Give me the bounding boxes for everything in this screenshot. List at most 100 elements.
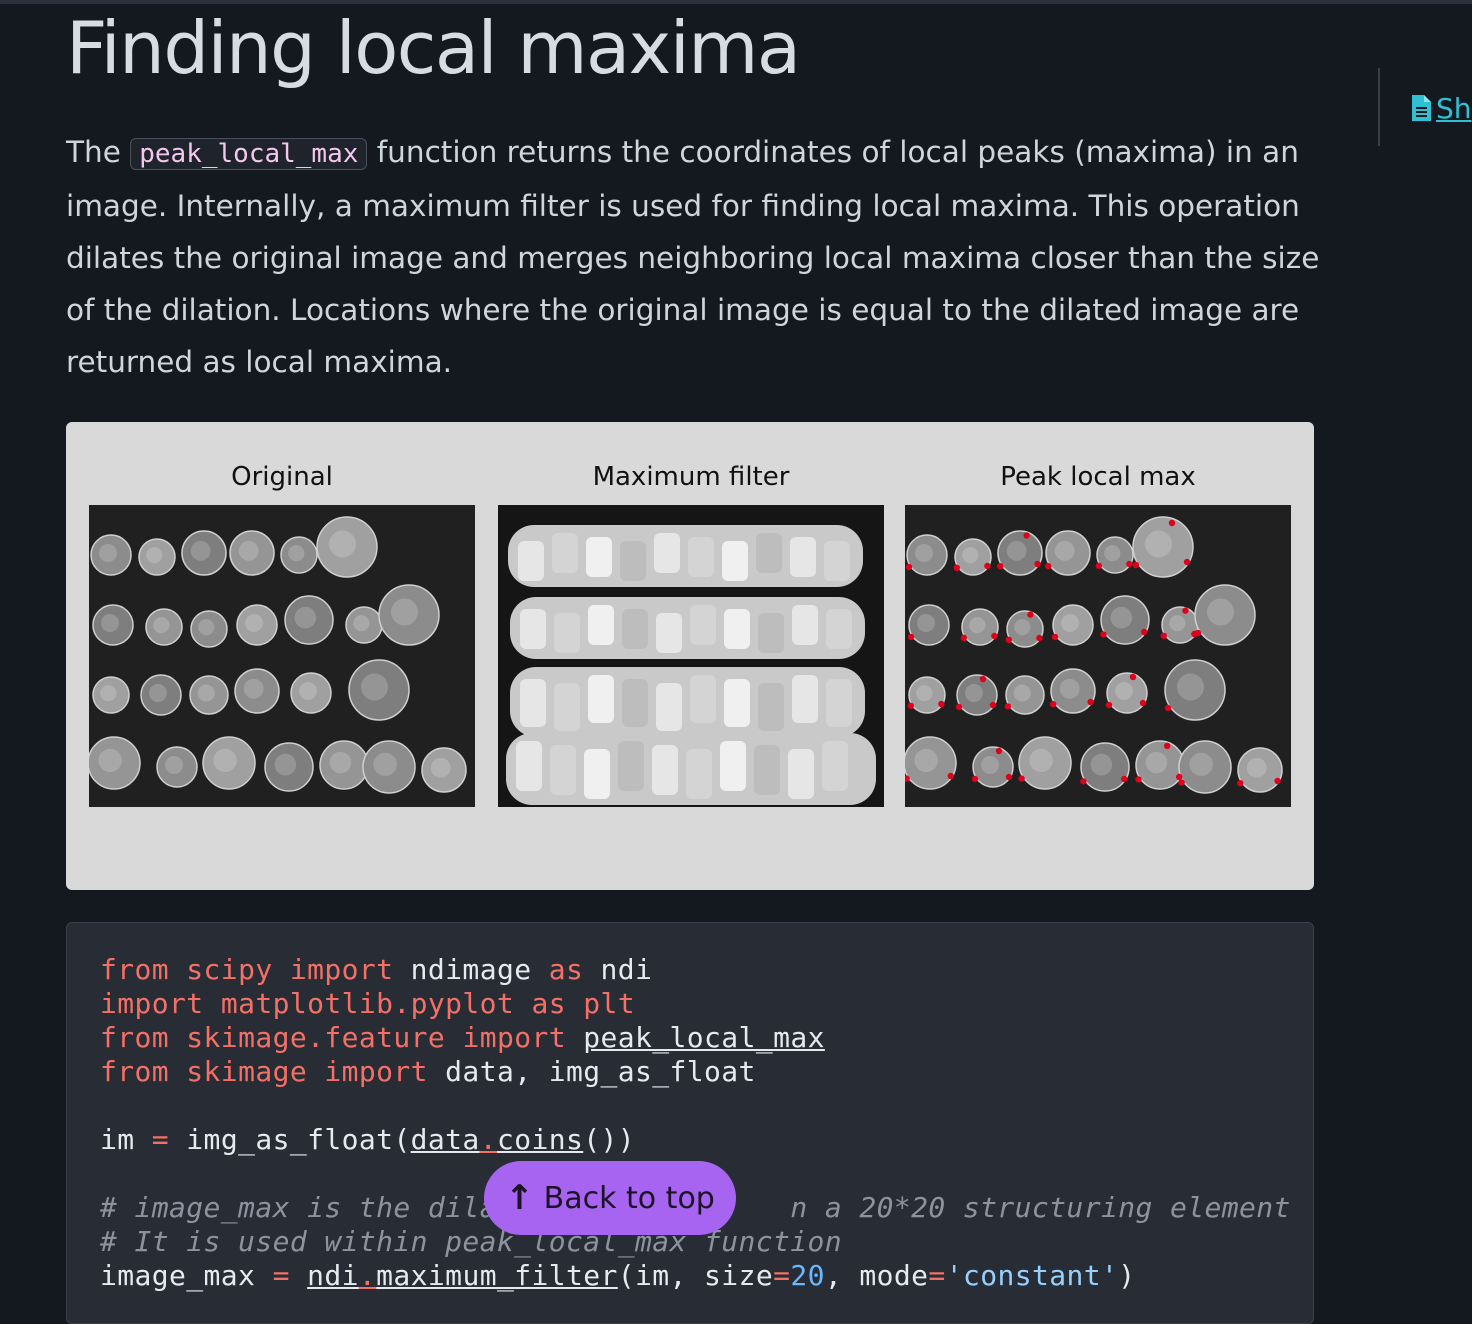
peak-marker bbox=[1183, 558, 1191, 566]
intro-text-start: The bbox=[66, 135, 131, 169]
coin-detail bbox=[373, 752, 397, 777]
code-token: from bbox=[100, 1021, 170, 1054]
coin-detail bbox=[197, 684, 215, 702]
dilated-block bbox=[654, 533, 680, 573]
coin-detail bbox=[353, 615, 370, 632]
coin-detail bbox=[149, 684, 167, 702]
coin-detail bbox=[1061, 614, 1079, 632]
code-token: import bbox=[289, 953, 394, 986]
dilated-block bbox=[520, 609, 546, 649]
peak-marker bbox=[1164, 742, 1171, 749]
coin-detail bbox=[153, 617, 170, 634]
code-token: coins bbox=[496, 1123, 584, 1156]
code-token: . bbox=[479, 1123, 497, 1156]
peak-marker bbox=[1080, 778, 1087, 785]
code-token: peak_local_max bbox=[583, 1021, 825, 1054]
intro-paragraph: The peak_local_max function returns the … bbox=[66, 126, 1326, 388]
coin-detail bbox=[969, 617, 986, 634]
code-token: import bbox=[100, 987, 204, 1020]
code-token: ndimage bbox=[393, 953, 549, 986]
code-token: = bbox=[272, 1259, 290, 1292]
dilated-block bbox=[724, 609, 750, 649]
code-token: import bbox=[324, 1055, 428, 1088]
peak-marker bbox=[1051, 633, 1059, 641]
coin-detail bbox=[165, 756, 183, 774]
peak-marker bbox=[960, 634, 967, 641]
peak-marker bbox=[1095, 562, 1102, 569]
code-token: from bbox=[100, 953, 170, 986]
peak-marker bbox=[971, 775, 979, 783]
coin-detail bbox=[288, 545, 305, 562]
show-source-label: Sh bbox=[1436, 92, 1472, 125]
coin-detail bbox=[1013, 684, 1031, 702]
code-line: from skimage.feature import peak_local_m… bbox=[100, 1021, 825, 1054]
dilated-block bbox=[588, 605, 614, 645]
coin-detail bbox=[1189, 752, 1213, 777]
dilated-block bbox=[754, 745, 780, 795]
dilated-block bbox=[686, 749, 712, 799]
peak-marker bbox=[1023, 532, 1030, 539]
peak-marker bbox=[1126, 560, 1133, 568]
code-token: scipy bbox=[186, 953, 273, 986]
peak-marker bbox=[907, 633, 915, 641]
dilated-block bbox=[822, 741, 848, 791]
code-token: ndi bbox=[307, 1259, 359, 1292]
coin-detail bbox=[198, 619, 215, 636]
peak-marker bbox=[1121, 775, 1128, 783]
coin-detail bbox=[1006, 540, 1027, 561]
coin-detail bbox=[99, 544, 117, 562]
peak-marker bbox=[1129, 673, 1137, 681]
dilated-block bbox=[826, 679, 852, 727]
dilated-block bbox=[554, 683, 580, 731]
peak-marker bbox=[1176, 773, 1183, 781]
coin-detail bbox=[101, 614, 119, 632]
image-peak-local-max bbox=[905, 505, 1291, 807]
coin-detail bbox=[981, 756, 999, 774]
intro-text-rest: function returns the coordinates of loca… bbox=[66, 135, 1320, 379]
peak-marker bbox=[1087, 698, 1094, 706]
coin-detail bbox=[1110, 606, 1133, 629]
panel-title-original: Original bbox=[231, 462, 333, 492]
coin-detail bbox=[391, 598, 418, 626]
coin-detail bbox=[1145, 751, 1168, 774]
back-to-top-button[interactable]: ↑ Back to top bbox=[484, 1161, 736, 1235]
coin-detail bbox=[915, 544, 933, 562]
dilated-block bbox=[792, 605, 818, 645]
code-token: . bbox=[358, 1259, 377, 1292]
peak-marker bbox=[1141, 628, 1148, 636]
code-token: im bbox=[100, 1123, 152, 1156]
dilated-block bbox=[652, 745, 678, 795]
code-token: , mode bbox=[824, 1259, 929, 1292]
dilated-block bbox=[518, 541, 544, 581]
inline-code-peak-local-max[interactable]: peak_local_max bbox=[130, 138, 368, 170]
coin-detail bbox=[1059, 678, 1080, 699]
peak-marker bbox=[979, 675, 987, 683]
document-icon bbox=[1410, 94, 1432, 129]
code-token: ) bbox=[1118, 1259, 1136, 1292]
dilated-block bbox=[584, 749, 610, 799]
peak-marker bbox=[1034, 560, 1041, 568]
coin-detail bbox=[1104, 545, 1121, 562]
coin-detail bbox=[965, 684, 983, 702]
peak-marker bbox=[1005, 773, 1013, 781]
code-token: as bbox=[531, 987, 566, 1020]
coin-detail bbox=[100, 685, 117, 702]
code-line: image_max = ndi.maximum_filter(im, size=… bbox=[100, 1259, 1136, 1292]
dilated-block bbox=[552, 533, 578, 573]
peak-marker bbox=[1132, 561, 1140, 569]
code-token: maximum_filter bbox=[376, 1259, 618, 1292]
code-token: skimage bbox=[186, 1055, 308, 1088]
code-token: # It is used within peak_local_max funct… bbox=[100, 1225, 843, 1258]
dilated-block bbox=[688, 537, 714, 577]
code-line: from skimage import data, img_as_float bbox=[100, 1055, 756, 1088]
peak-marker bbox=[1036, 634, 1043, 642]
code-line: # It is used within peak_local_max funct… bbox=[100, 1225, 842, 1258]
coin-detail bbox=[1145, 530, 1172, 558]
show-source-link[interactable]: Sh bbox=[1410, 92, 1472, 129]
peak-marker bbox=[905, 563, 913, 571]
coin-detail bbox=[98, 748, 122, 773]
